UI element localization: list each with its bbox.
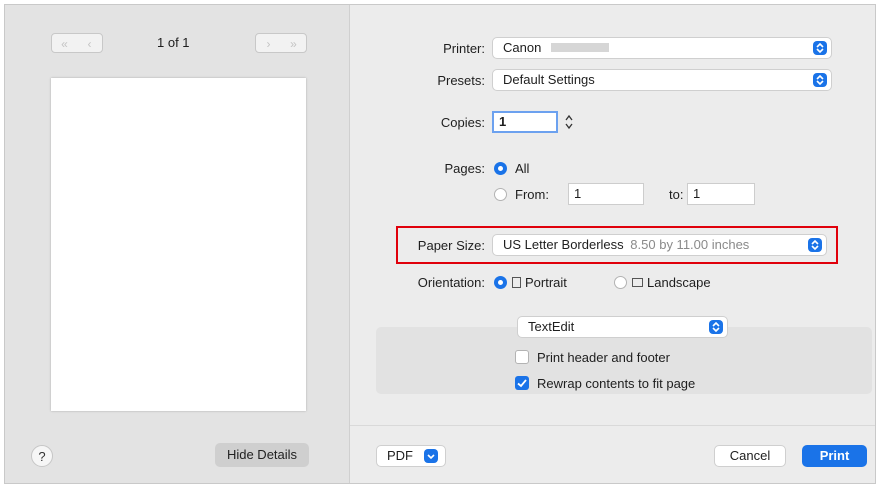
print-button[interactable]: Print <box>802 445 867 467</box>
landscape-orientation-icon <box>632 278 643 287</box>
page-indicator: 1 of 1 <box>157 35 190 50</box>
popup-arrows-icon <box>709 320 723 334</box>
print-header-footer-checkbox[interactable] <box>515 350 529 364</box>
rewrap-label: Rewrap contents to fit page <box>537 376 696 391</box>
pages-label: Pages: <box>444 161 485 176</box>
first-page-icon[interactable]: « <box>52 34 77 54</box>
app-section-popup[interactable]: TextEdit <box>517 316 728 338</box>
popup-arrows-icon <box>808 238 822 252</box>
printer-popup[interactable]: Canon <box>492 37 832 59</box>
hide-details-button[interactable]: Hide Details <box>215 443 309 467</box>
presets-label: Presets: <box>437 73 485 88</box>
pages-from-radio[interactable] <box>494 188 507 201</box>
portrait-label: Portrait <box>525 275 567 290</box>
chevron-down-icon <box>424 449 438 463</box>
app-section-value: TextEdit <box>528 319 575 334</box>
footer-divider <box>350 425 875 426</box>
pdf-label: PDF <box>387 448 413 463</box>
printer-label: Printer: <box>443 41 485 56</box>
first-prev-page-buttons[interactable]: «‹ <box>51 33 103 53</box>
orientation-label: Orientation: <box>417 275 485 290</box>
paper-size-value: US Letter Borderless <box>503 237 624 252</box>
landscape-radio[interactable] <box>614 276 627 289</box>
pages-from-field[interactable]: 1 <box>568 183 644 205</box>
pages-all-radio[interactable] <box>494 162 507 175</box>
next-page-icon[interactable]: › <box>256 34 281 54</box>
paper-size-label: Paper Size: <box>417 238 485 253</box>
print-header-footer-label: Print header and footer <box>537 350 670 365</box>
pages-to-label: to: <box>669 187 684 202</box>
pages-to-field[interactable]: 1 <box>687 183 755 205</box>
printer-model-redacted <box>550 43 609 52</box>
landscape-option: Landscape <box>632 275 711 290</box>
print-dialog: «‹ 1 of 1 ›» ? Hide Details Printer: Can… <box>4 4 876 484</box>
copies-stepper[interactable] <box>563 111 575 133</box>
checkmark-icon <box>517 379 527 388</box>
printer-value: Canon <box>503 40 542 55</box>
previous-page-icon[interactable]: ‹ <box>77 34 102 54</box>
next-last-page-buttons[interactable]: ›» <box>255 33 307 53</box>
cancel-button[interactable]: Cancel <box>714 445 786 467</box>
presets-value: Default Settings <box>503 72 595 87</box>
last-page-icon[interactable]: » <box>281 34 306 54</box>
pages-all-label: All <box>515 161 530 176</box>
portrait-option: Portrait <box>512 275 567 290</box>
popup-arrows-icon <box>813 73 827 87</box>
landscape-label: Landscape <box>647 275 711 290</box>
portrait-radio[interactable] <box>494 276 507 289</box>
popup-arrows-icon <box>813 41 827 55</box>
pdf-menu-button[interactable]: PDF <box>376 445 446 467</box>
help-button[interactable]: ? <box>31 445 53 467</box>
page-preview <box>51 78 306 411</box>
presets-popup[interactable]: Default Settings <box>492 69 832 91</box>
copies-label: Copies: <box>440 115 485 130</box>
preview-pane: «‹ 1 of 1 ›» ? Hide Details <box>5 5 350 483</box>
stepper-icon <box>565 114 573 130</box>
portrait-orientation-icon <box>512 277 521 288</box>
copies-field[interactable]: 1 <box>492 111 558 133</box>
rewrap-checkbox[interactable] <box>515 376 529 390</box>
paper-size-popup[interactable]: US Letter Borderless 8.50 by 11.00 inche… <box>492 234 827 256</box>
paper-size-dims: 8.50 by 11.00 inches <box>630 237 750 252</box>
pages-from-label: From: <box>515 187 549 202</box>
